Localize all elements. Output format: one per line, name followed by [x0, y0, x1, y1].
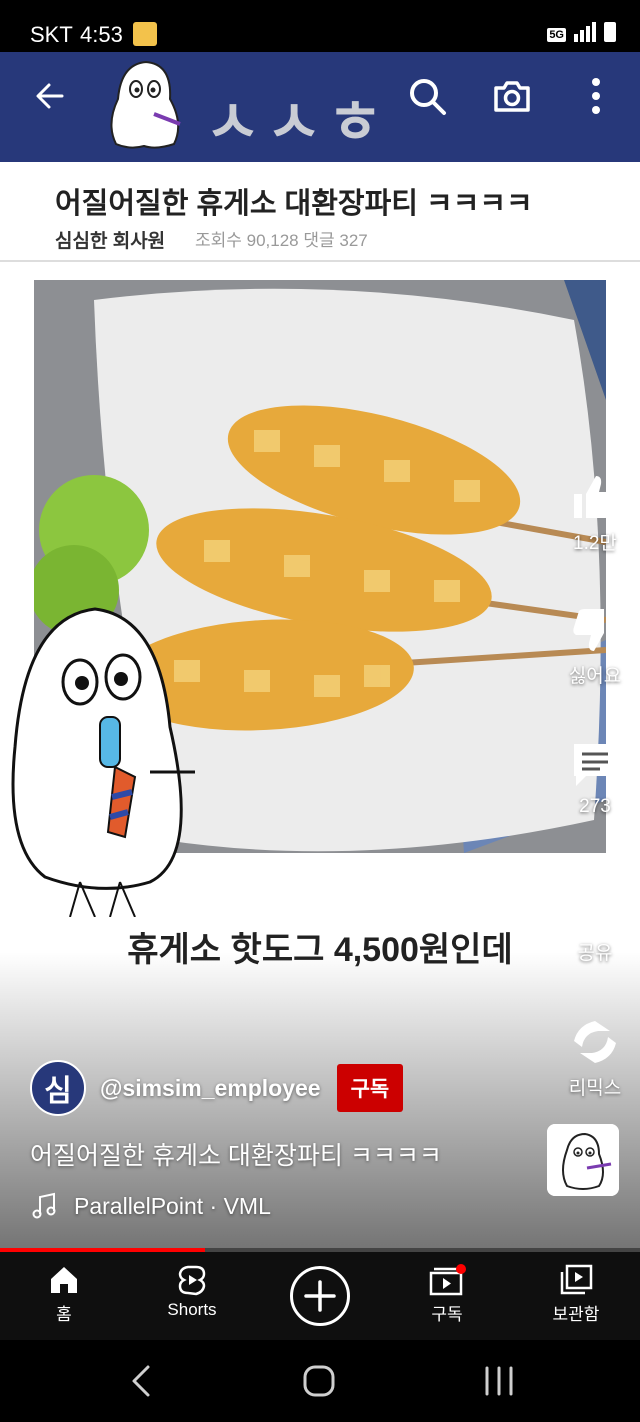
more-vert-icon[interactable] [586, 76, 606, 116]
network-type: 5G [547, 28, 566, 42]
channel-avatar[interactable]: 심 [30, 1060, 86, 1116]
status-bar: SKT 4:53 5G [0, 0, 640, 52]
system-back-icon[interactable] [130, 1364, 152, 1398]
channel-row: 심 @simsim_employee 구독 [30, 1060, 404, 1116]
thumb-up-icon [574, 476, 617, 518]
remix-label: 리믹스 [568, 1078, 622, 1099]
remix-button[interactable]: 리믹스 [550, 1017, 640, 1100]
comment-icon [574, 744, 616, 786]
remix-icon [574, 1021, 616, 1063]
carrier-label: SKT [30, 22, 73, 47]
ghost-mascot-illustration [11, 607, 195, 917]
dislike-button[interactable]: 싫어요 [550, 605, 640, 688]
nav-library[interactable]: 보관함 [526, 1252, 626, 1340]
post-author: 심심한 회사원 [55, 231, 166, 252]
nav-subscriptions-label: 구독 [431, 1305, 463, 1324]
share-icon [574, 888, 618, 926]
plus-icon [304, 1280, 336, 1312]
thumb-down-icon [573, 609, 616, 651]
library-icon [560, 1264, 593, 1295]
post-header: 어질어질한 휴게소 대환장파티 ㅋㅋㅋㅋ 심심한 회사원 조회수 90,128 … [0, 162, 640, 262]
system-recents-icon[interactable] [482, 1364, 516, 1398]
system-navigation-bar [0, 1340, 640, 1422]
share-label: 공유 [577, 943, 613, 964]
shorts-icon [178, 1265, 206, 1296]
arrow-left-icon[interactable] [32, 78, 68, 114]
signal-icon [574, 22, 596, 42]
clock: 4:53 [80, 22, 123, 47]
comment-count: 273 [579, 796, 611, 817]
comment-button[interactable]: 273 [550, 740, 640, 818]
nav-shorts-label: Shorts [167, 1300, 217, 1319]
post-title: 어질어질한 휴게소 대환장파티 ㅋㅋㅋㅋ [55, 188, 533, 220]
short-video[interactable]: ㅅㅅㅎ 어질어질한 휴게소 대환장파티 ㅋㅋㅋㅋ 심심한 회사원 조회수 90,… [0, 52, 640, 1252]
share-button[interactable]: 공유 [550, 882, 640, 965]
create-button[interactable] [290, 1266, 350, 1326]
subscribe-button[interactable]: 구독 [336, 1064, 404, 1112]
nav-shorts[interactable]: Shorts [142, 1252, 242, 1340]
sound-thumbnail[interactable] [547, 1124, 619, 1196]
short-title[interactable]: 어질어질한 휴게소 대환장파티 ㅋㅋㅋㅋ [30, 1136, 442, 1172]
ghost-mascot-logo [110, 60, 181, 149]
nav-home[interactable]: 홈 [14, 1252, 114, 1340]
header-brand-text: ㅅㅅㅎ [205, 89, 389, 156]
status-icons: 5G [547, 22, 616, 42]
channel-handle[interactable]: @simsim_employee [100, 1075, 321, 1102]
music-row[interactable]: ParallelPoint · VML [30, 1192, 271, 1220]
bottom-navigation: 홈 Shorts 구독 보관함 [0, 1252, 640, 1340]
search-icon[interactable] [407, 76, 447, 116]
dislike-label: 싫어요 [568, 666, 622, 687]
camera-icon[interactable] [492, 76, 532, 116]
music-track: ParallelPoint · VML [74, 1192, 271, 1219]
video-header-band: ㅅㅅㅎ [0, 52, 640, 162]
like-button[interactable]: 1.2만 [550, 472, 640, 555]
nav-subscriptions[interactable]: 구독 [397, 1252, 497, 1340]
like-count: 1.2만 [573, 533, 617, 554]
battery-icon [604, 22, 616, 42]
subscriptions-icon [429, 1264, 466, 1296]
music-note-icon [32, 1192, 56, 1219]
post-stats: 조회수 90,128 댓글 327 [195, 231, 368, 250]
nav-home-label: 홈 [56, 1305, 72, 1324]
notification-app-icon [133, 22, 157, 46]
nav-library-label: 보관함 [552, 1305, 600, 1324]
system-home-icon[interactable] [302, 1364, 336, 1398]
home-icon [51, 1267, 77, 1293]
